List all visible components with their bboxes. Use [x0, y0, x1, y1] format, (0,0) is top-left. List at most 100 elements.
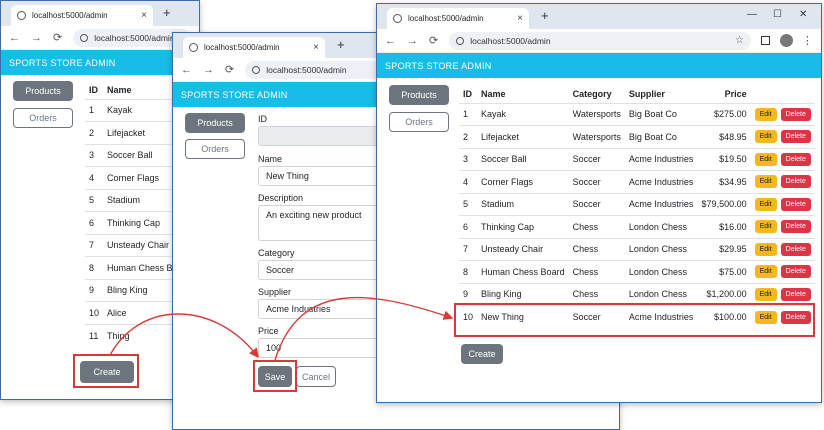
create-button[interactable]: Create [461, 344, 503, 364]
new-tab-icon[interactable]: + [163, 5, 171, 20]
delete-button[interactable]: Delete [780, 265, 811, 279]
browser-tab[interactable]: localhost:5000/admin × [183, 37, 325, 58]
id-cell: 9 [85, 278, 104, 302]
new-tab-icon[interactable]: + [337, 37, 345, 52]
delete-button[interactable]: Delete [780, 175, 811, 189]
category-cell: Watersports [568, 125, 625, 148]
url-text: localhost:5000/admin [266, 64, 347, 75]
actions-cell: Edit Delete [750, 125, 815, 148]
name-cell: Bling King [103, 278, 182, 302]
tab-title: localhost:5000/admin [204, 43, 280, 52]
side-panel-icon[interactable] [761, 36, 770, 45]
reload-icon[interactable]: ⟳ [53, 31, 62, 44]
orders-nav-button[interactable]: Orders [389, 112, 449, 132]
products-nav-button[interactable]: Products [185, 113, 245, 133]
delete-button[interactable]: Delete [780, 242, 811, 256]
name-cell: Unsteady Chair [103, 233, 182, 257]
edit-button[interactable]: Edit [754, 130, 777, 144]
edit-button[interactable]: Edit [754, 197, 777, 211]
category-value: Soccer [266, 265, 295, 275]
forward-icon[interactable]: → [31, 32, 42, 44]
close-tab-icon[interactable]: × [517, 13, 523, 24]
reload-icon[interactable]: ⟳ [429, 34, 438, 47]
table-row: 6 Thinking Cap [85, 211, 182, 234]
edit-button[interactable]: Edit [754, 220, 777, 234]
table-row: 2 Lifejacket [85, 121, 182, 144]
address-bar: ← → ⟳ localhost:5000/admin [1, 26, 199, 50]
name-cell: Human Chess Bo [103, 256, 182, 279]
delete-button[interactable]: Delete [780, 197, 811, 211]
table-row: 11 Thing [85, 323, 182, 347]
id-cell: 6 [85, 211, 104, 234]
id-cell: 5 [85, 188, 104, 212]
edit-button[interactable]: Edit [754, 175, 777, 189]
table-row: 8 Human Chess Bo [85, 256, 182, 279]
supplier-cell: London Chess [624, 260, 698, 283]
browser-tab[interactable]: localhost:5000/admin × [11, 5, 153, 26]
forward-icon[interactable]: → [407, 35, 418, 47]
products-nav-button[interactable]: Products [13, 81, 73, 101]
url-field[interactable]: localhost:5000/admin ☆ [449, 31, 751, 50]
supplier-cell: Big Boat Co [624, 125, 698, 148]
new-tab-icon[interactable]: + [541, 8, 549, 23]
delete-button[interactable]: Delete [780, 152, 811, 166]
site-info-icon[interactable] [252, 65, 261, 74]
brand-title: SPORTS STORE ADMIN [9, 57, 116, 68]
browser-window-updated-list: localhost:5000/admin × + — ☐ ✕ ← → ⟳ loc… [376, 3, 822, 403]
site-info-icon[interactable] [456, 36, 465, 45]
product-table: ID Name 1 Kayak 2 Lifejacket 3 Soccer Ball … [85, 82, 182, 347]
minimize-icon[interactable]: — [747, 9, 757, 20]
back-icon[interactable]: ← [9, 32, 20, 44]
table-row: 3 Soccer Ball [85, 143, 182, 167]
delete-button[interactable]: Delete [780, 107, 811, 121]
category-label: Category [258, 248, 295, 258]
name-label: Name [258, 154, 283, 164]
products-nav-button[interactable]: Products [389, 85, 449, 105]
delete-button[interactable]: Delete [780, 287, 811, 301]
supplier-value: Acme Industries [266, 304, 331, 314]
price-cell: $29.95 [697, 237, 751, 261]
id-cell: 8 [459, 260, 478, 283]
url-text: localhost:5000/admin [94, 32, 175, 43]
id-cell: 4 [459, 170, 478, 193]
actions-cell: Edit Delete [750, 102, 815, 126]
site-info-icon[interactable] [80, 33, 89, 42]
edit-button[interactable]: Edit [754, 265, 777, 279]
browser-tab[interactable]: localhost:5000/admin × [387, 8, 529, 29]
id-cell: 6 [459, 215, 478, 238]
close-window-icon[interactable]: ✕ [799, 9, 807, 20]
orders-nav-button[interactable]: Orders [185, 139, 245, 159]
close-tab-icon[interactable]: × [141, 10, 147, 21]
name-cell: Kayak [103, 98, 182, 122]
star-icon[interactable]: ☆ [735, 35, 744, 46]
maximize-icon[interactable]: ☐ [773, 9, 782, 20]
delete-button[interactable]: Delete [780, 130, 811, 144]
cancel-button[interactable]: Cancel [296, 366, 336, 387]
column-header: Name [481, 89, 506, 100]
globe-icon [393, 14, 402, 23]
back-icon[interactable]: ← [385, 35, 396, 47]
category-cell: Chess [568, 260, 625, 283]
column-header: ID [463, 89, 472, 100]
edit-button[interactable]: Edit [754, 152, 777, 166]
id-cell: 2 [85, 121, 104, 144]
table-row: 4 Corner Flags Soccer Acme Industries $34.95… [459, 170, 815, 193]
orders-nav-button[interactable]: Orders [13, 108, 73, 128]
delete-button[interactable]: Delete [780, 220, 811, 234]
column-header: Price [724, 89, 747, 100]
name-cell: Stadium [103, 188, 182, 212]
table-row: 5 Stadium [85, 188, 182, 212]
menu-icon[interactable]: ⋮ [802, 34, 813, 47]
edit-button[interactable]: Edit [754, 107, 777, 121]
close-tab-icon[interactable]: × [313, 42, 319, 53]
tab-bar: localhost:5000/admin × + — ☐ ✕ [377, 4, 821, 29]
edit-button[interactable]: Edit [754, 242, 777, 256]
forward-icon[interactable]: → [203, 64, 214, 76]
table-row: 7 Unsteady Chair [85, 233, 182, 257]
table-row: 9 Bling King [85, 278, 182, 302]
actions-cell: Edit Delete [750, 215, 815, 238]
back-icon[interactable]: ← [181, 64, 192, 76]
reload-icon[interactable]: ⟳ [225, 63, 234, 76]
profile-avatar[interactable] [780, 34, 793, 47]
edit-button[interactable]: Edit [754, 287, 777, 301]
